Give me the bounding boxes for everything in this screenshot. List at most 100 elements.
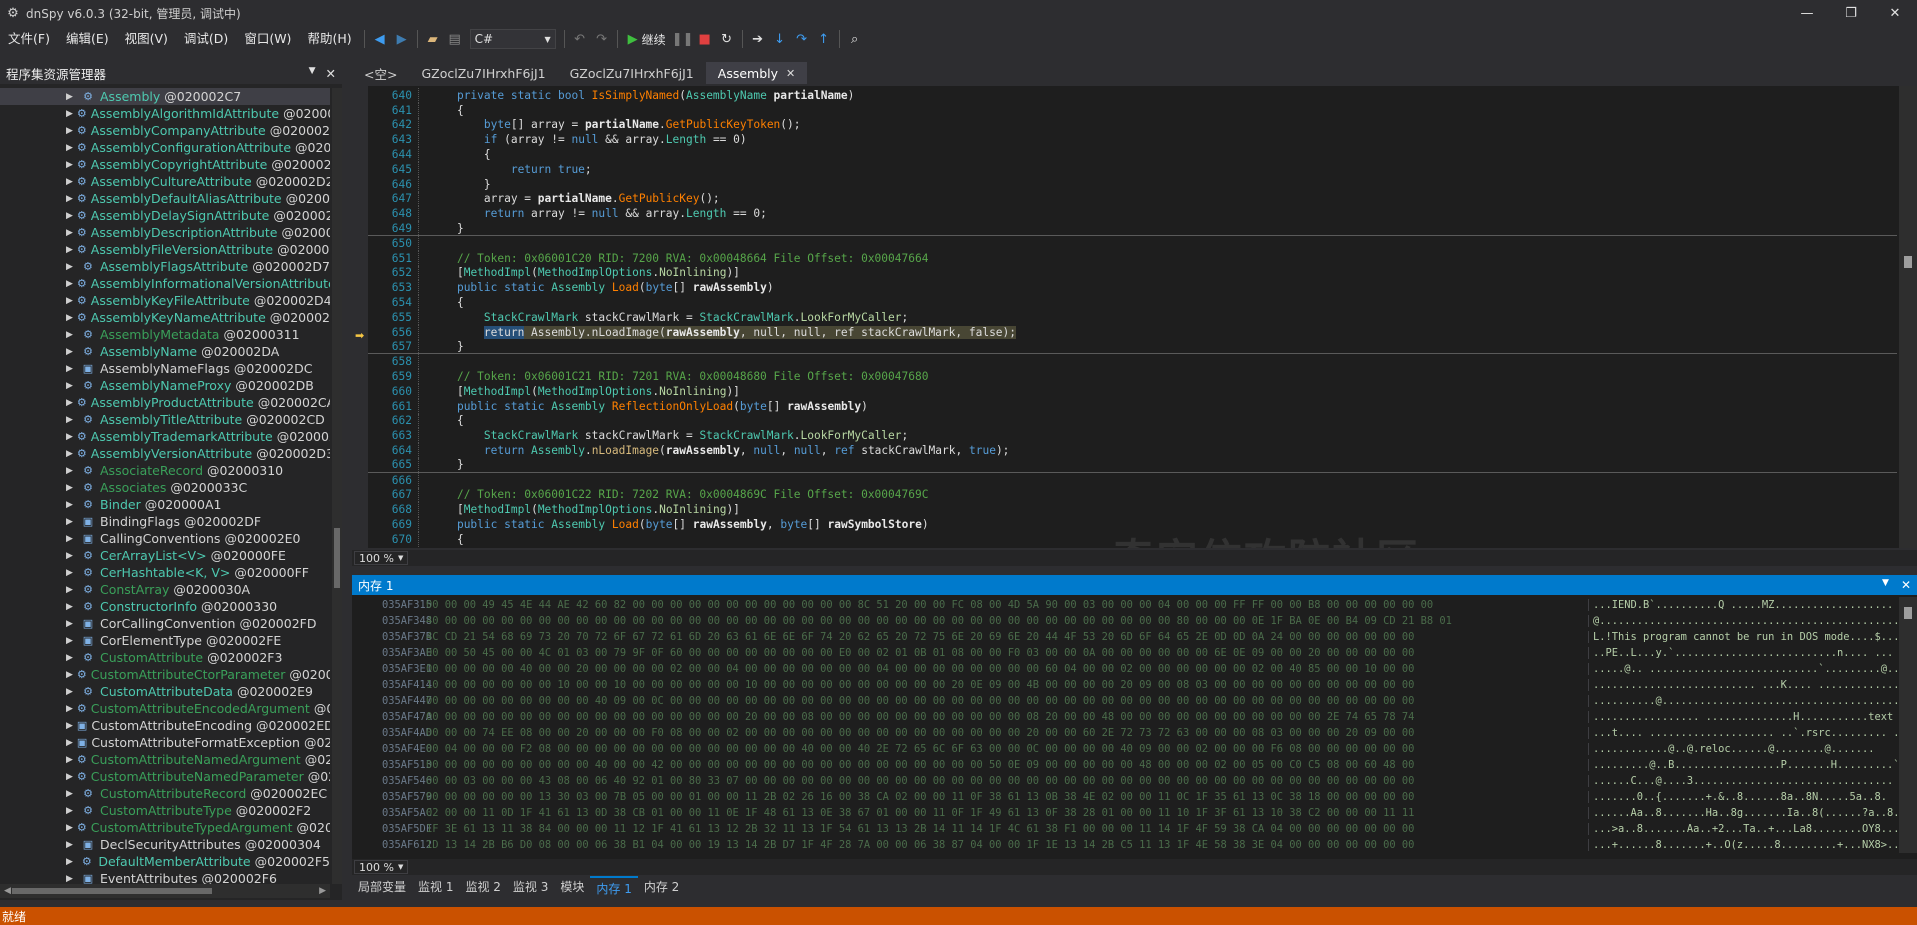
expand-arrow-icon[interactable]: ▶ — [66, 704, 73, 714]
tree-item[interactable]: ▶⚙CustomAttributeNamedArgument@020 — [0, 751, 330, 768]
step-over-icon[interactable]: ↷ — [791, 28, 813, 50]
tree-item[interactable]: ▶ ▣ EventAttributes @020002F6 — [0, 870, 330, 884]
tree-item[interactable]: ▶⚙CustomAttributeEncodedArgument@02 — [0, 700, 330, 717]
language-select[interactable]: C# ▼ — [469, 29, 556, 49]
scroll-right-icon[interactable]: ▶ — [319, 886, 326, 896]
expand-arrow-icon[interactable]: ▶ — [66, 313, 73, 323]
expand-arrow-icon[interactable]: ▶ — [66, 415, 76, 425]
expand-arrow-icon[interactable]: ▶ — [66, 602, 76, 612]
code-editor[interactable]: ➡ 640 private static bool IsSimplyNamed(… — [352, 86, 1917, 548]
expand-arrow-icon[interactable]: ▶ — [66, 806, 76, 816]
close-panel-icon[interactable]: ✕ — [1901, 578, 1911, 592]
tree-item[interactable]: ▶⚙CustomAttributeCtorParameter@02000 — [0, 666, 330, 683]
panel-menu-icon[interactable]: ▼ — [1882, 578, 1889, 592]
expand-arrow-icon[interactable]: ▶ — [66, 194, 73, 204]
tree-item[interactable]: ▶ ⚙ CustomAttributeData @020002E9 — [0, 683, 330, 700]
open-folder-icon[interactable]: ▰ — [422, 28, 444, 50]
open-list-icon[interactable]: ▤ — [444, 28, 466, 50]
memory-hex-view[interactable]: 035AF315 00 00 00 49 45 4E 44 AE 42 60 82… — [352, 597, 1897, 853]
tree-item[interactable]: ▶⚙AssemblyAlgorithmIdAttribute@020002 — [0, 105, 330, 122]
tree-item[interactable]: ▶ ⚙ Associates @0200033C — [0, 479, 330, 496]
tree-item[interactable]: ▶⚙AssemblyKeyNameAttribute@020002D — [0, 309, 330, 326]
tree-item[interactable]: ▶ ⚙ AssemblyFlagsAttribute @020002D7 — [0, 258, 330, 275]
tree-item[interactable]: ▶ ▣ CorElementType @020002FE — [0, 632, 330, 649]
stop-icon[interactable]: ■ — [694, 28, 716, 50]
document-tab[interactable]: GZoclZu7IHrxhF6jJ1 — [558, 62, 706, 84]
tree-item[interactable]: ▶ ⚙ CerArrayList<V> @020000FE — [0, 547, 330, 564]
tree-item[interactable]: ▶ ⚙ AssemblyTitleAttribute @020002CD — [0, 411, 330, 428]
expand-arrow-icon[interactable]: ▶ — [66, 721, 73, 731]
document-tab[interactable]: GZoclZu7IHrxhF6jJ1 — [409, 62, 557, 84]
scrollbar-thumb[interactable] — [1904, 256, 1912, 268]
expand-arrow-icon[interactable]: ▶ — [66, 687, 76, 697]
tree-item[interactable]: ▶⚙AssemblyConfigurationAttribute@0200 — [0, 139, 330, 156]
memory-vertical-scrollbar[interactable] — [1899, 597, 1917, 853]
expand-arrow-icon[interactable]: ▶ — [66, 279, 73, 289]
nav-forward-icon[interactable]: ▶ — [391, 28, 413, 50]
expand-arrow-icon[interactable]: ▶ — [66, 245, 73, 255]
step-out-icon[interactable]: ↑ — [813, 28, 835, 50]
tree-item[interactable]: ▶ ▣ CallingConventions @020002E0 — [0, 530, 330, 547]
scrollbar-thumb[interactable] — [334, 528, 340, 588]
expand-arrow-icon[interactable]: ▶ — [66, 211, 73, 221]
expand-arrow-icon[interactable]: ▶ — [66, 534, 76, 544]
expand-arrow-icon[interactable]: ▶ — [66, 653, 76, 663]
debug-tab[interactable]: 模块 — [554, 876, 590, 898]
tree-item[interactable]: ▶ ⚙ CustomAttribute @020002F3 — [0, 649, 330, 666]
expand-arrow-icon[interactable]: ▶ — [66, 670, 73, 680]
expand-arrow-icon[interactable]: ▶ — [66, 551, 76, 561]
tree-item[interactable]: ▶⚙AssemblyDelaySignAttribute@020002D — [0, 207, 330, 224]
debug-tab[interactable]: 监视 3 — [507, 876, 554, 898]
tree-item[interactable]: ▶⚙AssemblyDescriptionAttribute@020002 — [0, 224, 330, 241]
tree-item[interactable]: ▶ ▣ AssemblyNameFlags @020002DC — [0, 360, 330, 377]
restart-icon[interactable]: ↻ — [716, 28, 738, 50]
explorer-horizontal-scrollbar[interactable]: ◀ ▶ — [0, 884, 330, 898]
debug-tab[interactable]: 监视 2 — [459, 876, 506, 898]
tree-item[interactable]: ▶ ⚙ CerHashtable<K, V> @020000FF — [0, 564, 330, 581]
expand-arrow-icon[interactable]: ▶ — [66, 109, 73, 119]
menu-window[interactable]: 窗口(W) — [236, 26, 299, 52]
tree-item[interactable]: ▶⚙AssemblyCopyrightAttribute@020002C — [0, 156, 330, 173]
expand-arrow-icon[interactable]: ▶ — [66, 772, 73, 782]
expand-arrow-icon[interactable]: ▶ — [66, 500, 76, 510]
debug-tab[interactable]: 内存 1 — [590, 876, 638, 898]
tree-item[interactable]: ▶ ⚙ AssemblyVersionAttribute @020002D3 — [0, 445, 330, 462]
search-icon[interactable]: ⌕ — [844, 28, 866, 50]
expand-arrow-icon[interactable]: ▶ — [66, 92, 76, 102]
maximize-button[interactable]: ❐ — [1829, 0, 1873, 26]
menu-file[interactable]: 文件(F) — [0, 26, 58, 52]
pause-icon[interactable]: ❚❚ — [672, 28, 694, 50]
expand-arrow-icon[interactable]: ▶ — [66, 755, 73, 765]
tree-item[interactable]: ▶ ⚙ AssemblyNameProxy @020002DB — [0, 377, 330, 394]
expand-arrow-icon[interactable]: ▶ — [66, 126, 73, 136]
editor-vertical-scrollbar[interactable] — [1899, 86, 1917, 548]
expand-arrow-icon[interactable]: ▶ — [66, 619, 76, 629]
expand-arrow-icon[interactable]: ▶ — [66, 585, 76, 595]
expand-arrow-icon[interactable]: ▶ — [66, 857, 75, 867]
expand-arrow-icon[interactable]: ▶ — [66, 364, 76, 374]
tree-item[interactable]: ▶ ⚙ AssemblyCultureAttribute @020002D2 — [0, 173, 330, 190]
expand-arrow-icon[interactable]: ▶ — [66, 432, 73, 442]
expand-arrow-icon[interactable]: ▶ — [66, 296, 73, 306]
tree-item[interactable]: ▶ ⚙ Assembly @020002C7 — [0, 88, 330, 105]
menu-view[interactable]: 视图(V) — [117, 26, 176, 52]
tree-item[interactable]: ▶ ⚙ DefaultMemberAttribute @020002F5 — [0, 853, 330, 870]
tree-item[interactable]: ▶⚙AssemblyDefaultAliasAttribute@020002 — [0, 190, 330, 207]
nav-back-icon[interactable]: ◀ — [369, 28, 391, 50]
expand-arrow-icon[interactable]: ▶ — [66, 874, 76, 884]
tree-item[interactable]: ▶ ▣ DeclSecurityAttributes @02000304 — [0, 836, 330, 853]
debug-tab[interactable]: 监视 1 — [412, 876, 459, 898]
undo-icon[interactable]: ↶ — [569, 28, 591, 50]
expand-arrow-icon[interactable]: ▶ — [66, 228, 73, 238]
expand-arrow-icon[interactable]: ▶ — [66, 483, 76, 493]
memory-zoom-select[interactable]: 100 % ▼ — [354, 860, 409, 874]
tree-item[interactable]: ▶ ⚙ CustomAttributeRecord @020002EC — [0, 785, 330, 802]
expand-arrow-icon[interactable]: ▶ — [66, 466, 76, 476]
expand-arrow-icon[interactable]: ▶ — [66, 262, 76, 272]
document-tab[interactable]: Assembly ✕ — [705, 62, 808, 84]
minimize-button[interactable]: — — [1785, 0, 1829, 26]
debug-tab[interactable]: 内存 2 — [638, 876, 685, 898]
tree-item[interactable]: ▶ ⚙ AssemblyName @020002DA — [0, 343, 330, 360]
redo-icon[interactable]: ↷ — [591, 28, 613, 50]
panel-menu-icon[interactable]: ▼ — [309, 66, 316, 81]
